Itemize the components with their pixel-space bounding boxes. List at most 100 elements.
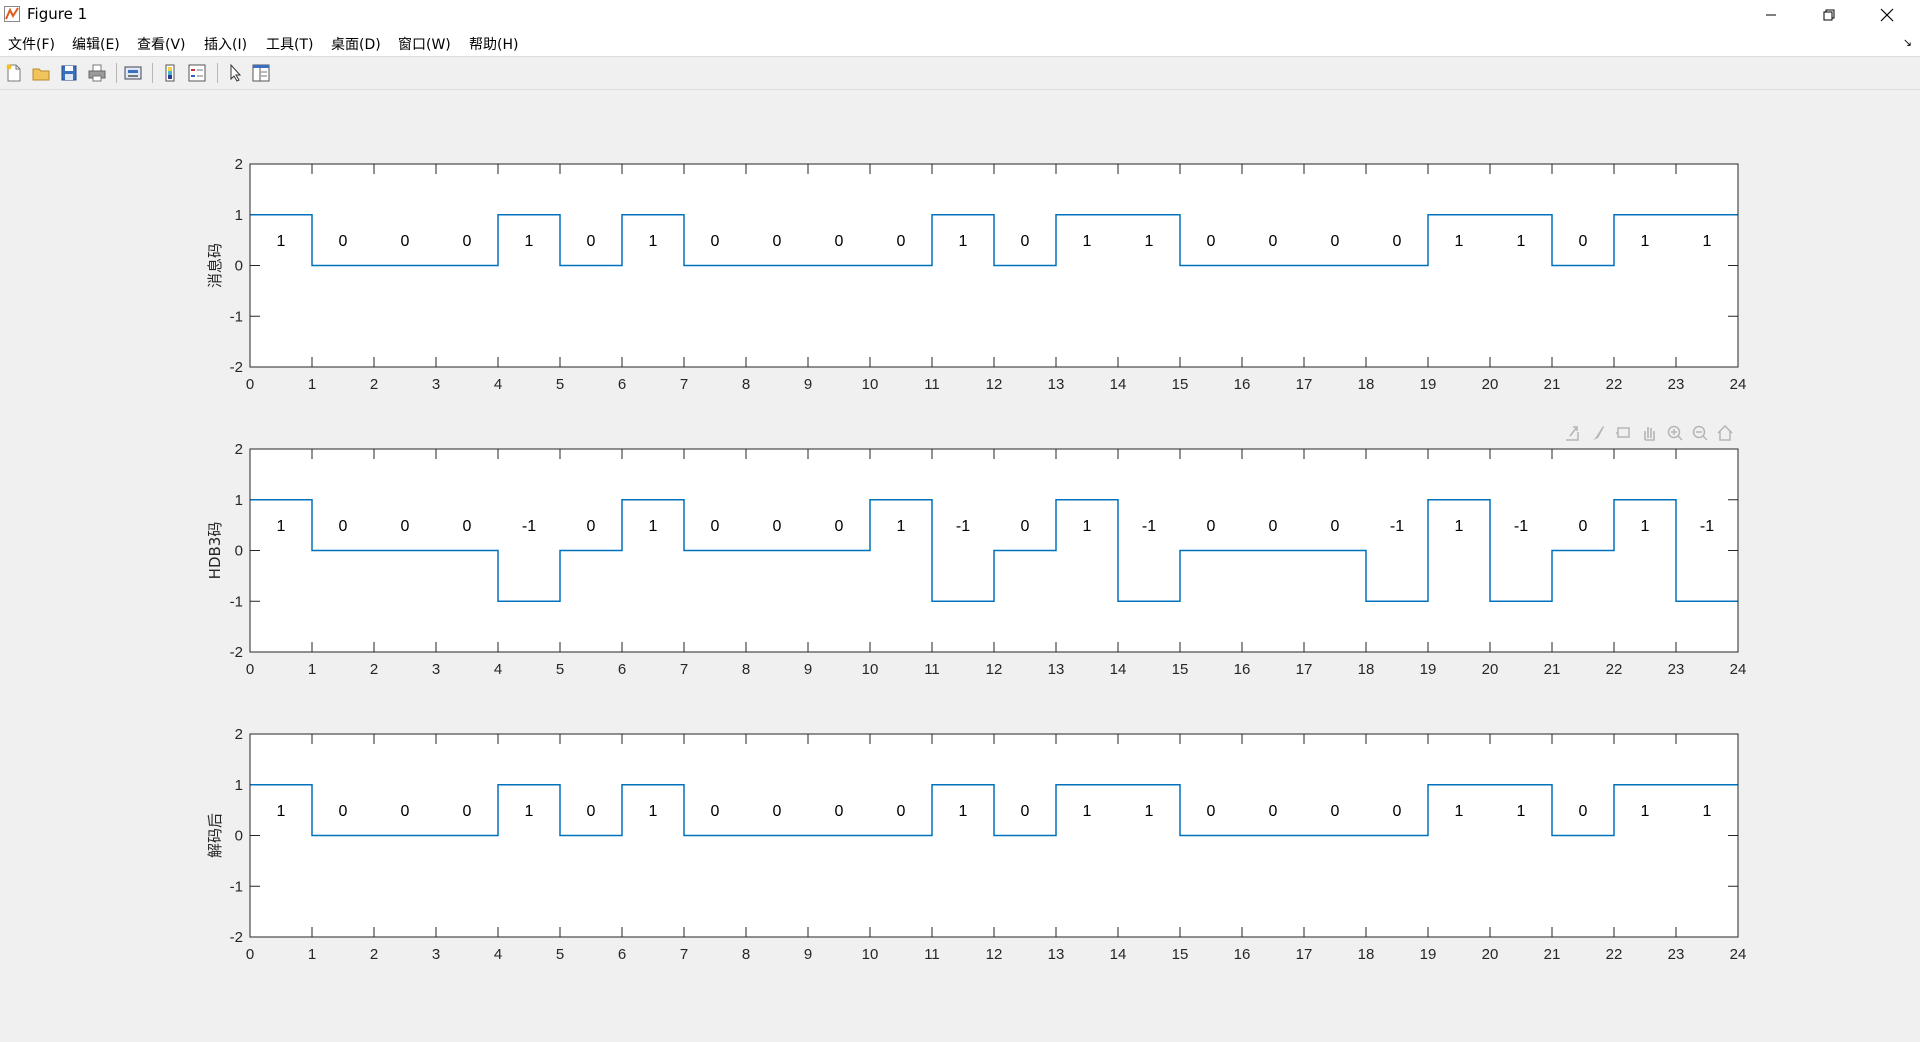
toolbar-separator: [217, 63, 218, 83]
bit-label: 0: [463, 803, 472, 820]
menu-help[interactable]: 帮助(H): [469, 34, 518, 54]
bit-label: 1: [1083, 518, 1092, 535]
dock-arrow[interactable]: ↘: [1903, 36, 1912, 49]
minimize-button[interactable]: [1742, 0, 1800, 30]
y-tick-label: -2: [230, 359, 243, 376]
x-tick-label: 13: [1048, 661, 1065, 678]
restore-icon: [1823, 9, 1835, 21]
bit-label: 0: [1207, 518, 1216, 535]
y-axis-label: 消息码: [206, 243, 224, 288]
bit-label: 1: [1083, 233, 1092, 250]
print-preview-icon[interactable]: [123, 63, 143, 83]
bit-label: 0: [463, 518, 472, 535]
menu-insert[interactable]: 插入(I): [204, 34, 247, 54]
print-icon[interactable]: [87, 63, 107, 83]
x-tick-label: 24: [1730, 946, 1747, 963]
x-tick-label: 0: [246, 376, 254, 393]
colorbar-icon[interactable]: [160, 63, 180, 83]
bit-label: 1: [1455, 518, 1464, 535]
bit-label: 1: [1145, 233, 1154, 250]
menu-tools[interactable]: 工具(T): [266, 34, 313, 54]
x-tick-label: 22: [1606, 946, 1623, 963]
x-tick-label: 22: [1606, 376, 1623, 393]
export-icon[interactable]: [1564, 422, 1580, 444]
menu-edit[interactable]: 编辑(E): [72, 34, 120, 54]
menu-window[interactable]: 窗口(W): [398, 34, 451, 54]
x-tick-label: 11: [924, 946, 940, 963]
bit-label: 1: [277, 233, 286, 250]
x-tick-label: 2: [370, 946, 378, 963]
x-tick-label: 18: [1358, 376, 1375, 393]
bit-label: 0: [1393, 233, 1402, 250]
x-tick-label: 2: [370, 661, 378, 678]
x-tick-label: 10: [862, 376, 879, 393]
bit-label: 0: [1269, 233, 1278, 250]
bit-label: 0: [587, 803, 596, 820]
y-tick-label: -2: [230, 644, 243, 661]
x-tick-label: 4: [494, 946, 502, 963]
x-tick-label: 11: [924, 661, 940, 678]
pan-icon[interactable]: [1640, 422, 1658, 444]
bit-label: 0: [401, 233, 410, 250]
subplot-2: 0 1 2 3 4 5 6 7 8 9 10 11 12 13 14 15 16 17 18 19 20 21 22 23 24…: [206, 441, 1746, 678]
x-tick-label: 20: [1482, 376, 1499, 393]
toolbar-separator: [152, 63, 153, 83]
bit-label: 0: [773, 803, 782, 820]
x-tick-label: 18: [1358, 661, 1375, 678]
bit-label: 0: [1021, 233, 1030, 250]
bit-label: 0: [773, 518, 782, 535]
x-tick-label: 3: [432, 661, 440, 678]
x-tick-label: 8: [742, 376, 750, 393]
bit-label: 0: [401, 803, 410, 820]
y-tick-label: 0: [235, 828, 243, 845]
x-tick-label: 23: [1668, 946, 1685, 963]
x-tick-label: 0: [246, 946, 254, 963]
zoom-in-icon[interactable]: [1666, 422, 1684, 444]
zoom-out-icon[interactable]: [1691, 422, 1709, 444]
x-tick-label: 8: [742, 661, 750, 678]
y-tick-label: 0: [235, 543, 243, 560]
plots-canvas: 0 1 2 3 4 5 6 7 8 9 10 11 12 13 14 15 16 17 18 19 20 21 22 23 24…: [206, 156, 1747, 963]
datatip-icon[interactable]: [1615, 422, 1631, 444]
x-tick-label: 21: [1544, 661, 1561, 678]
y-axis-label: 解码后: [206, 813, 224, 858]
property-inspector-icon[interactable]: [251, 63, 271, 83]
x-tick-label: 18: [1358, 946, 1375, 963]
bit-label: 1: [649, 233, 658, 250]
bit-label: 0: [1331, 233, 1340, 250]
bit-label: 1: [525, 803, 534, 820]
x-tick-label: 21: [1544, 946, 1561, 963]
x-tick-label: 13: [1048, 376, 1065, 393]
x-tick-label: 9: [804, 661, 812, 678]
x-tick-label: 14: [1110, 661, 1127, 678]
menu-desktop[interactable]: 桌面(D): [331, 34, 381, 54]
x-tick-label: 13: [1048, 946, 1065, 963]
bit-label: 0: [711, 803, 720, 820]
bit-label: -1: [1514, 518, 1528, 535]
x-tick-label: 23: [1668, 376, 1685, 393]
x-tick-label: 12: [986, 376, 1003, 393]
x-tick-label: 5: [556, 376, 564, 393]
bit-label: 0: [1331, 803, 1340, 820]
menu-file[interactable]: 文件(F): [8, 34, 55, 54]
bit-label: 1: [277, 803, 286, 820]
restore-button[interactable]: [1800, 0, 1858, 30]
close-button[interactable]: [1858, 0, 1916, 30]
x-tick-label: 4: [494, 376, 502, 393]
x-tick-label: 7: [680, 661, 688, 678]
open-file-icon[interactable]: [31, 63, 51, 83]
bit-label: 0: [1579, 518, 1588, 535]
menu-view[interactable]: 查看(V): [137, 34, 186, 54]
legend-icon[interactable]: [187, 63, 207, 83]
bit-label: 1: [1083, 803, 1092, 820]
bit-label: 1: [525, 233, 534, 250]
new-figure-icon[interactable]: [4, 63, 24, 83]
figure-canvas[interactable]: 0 1 2 3 4 5 6 7 8 9 10 11 12 13 14 15 16 17 18 19 20 21 22 23 24…: [0, 90, 1920, 1042]
x-tick-label: 5: [556, 661, 564, 678]
home-icon[interactable]: [1716, 422, 1734, 444]
bit-label: 1: [959, 233, 968, 250]
edit-plot-arrow-icon[interactable]: [225, 63, 245, 83]
brush-icon[interactable]: [1590, 422, 1606, 444]
bit-label: 0: [835, 803, 844, 820]
save-icon[interactable]: [59, 63, 79, 83]
